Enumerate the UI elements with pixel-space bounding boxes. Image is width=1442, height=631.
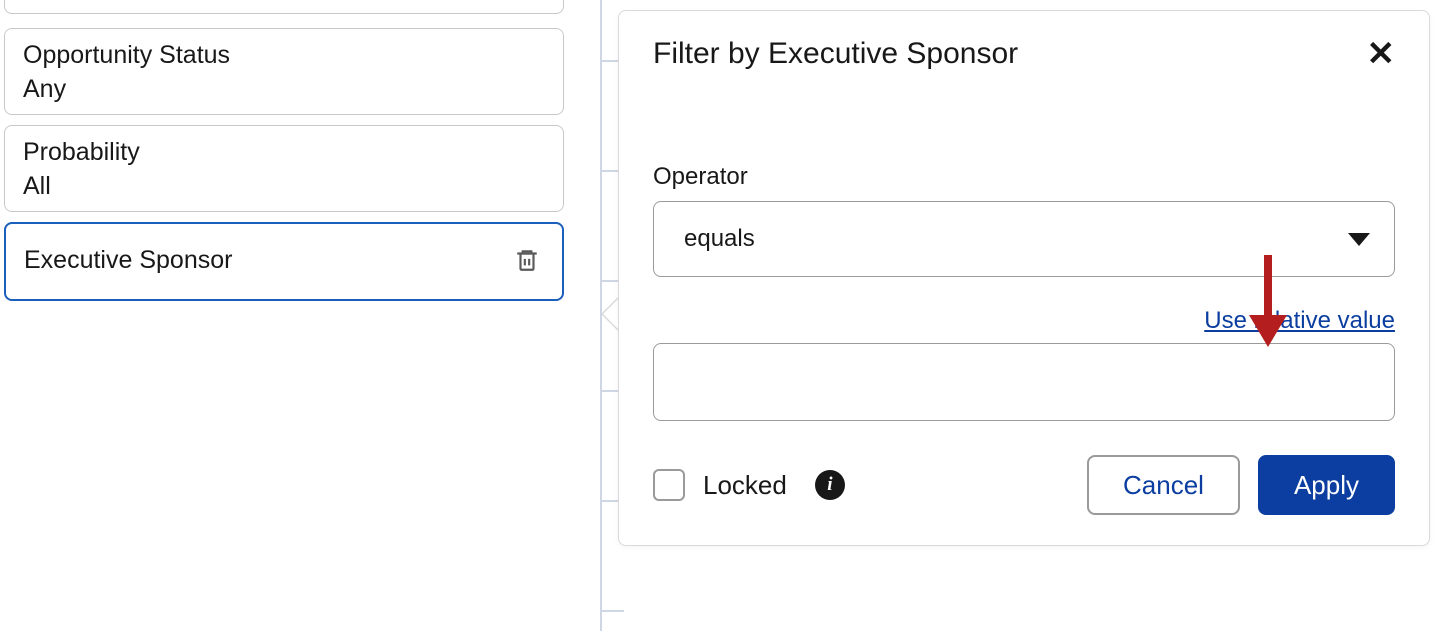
locked-group: Locked i: [653, 469, 845, 501]
cancel-button[interactable]: Cancel: [1087, 455, 1240, 515]
locked-label: Locked: [703, 470, 787, 501]
apply-button[interactable]: Apply: [1258, 455, 1395, 515]
filter-title: Probability: [23, 136, 545, 170]
filter-card-executive-sponsor[interactable]: Executive Sponsor: [4, 222, 564, 301]
filter-card-opportunity-status[interactable]: Opportunity Status Any: [4, 28, 564, 115]
filter-popover: Filter by Executive Sponsor ✕ Operator e…: [618, 10, 1430, 546]
info-icon[interactable]: i: [815, 470, 845, 500]
filter-sidebar: Opportunity Status Any Probability All E…: [4, 0, 564, 311]
close-icon: ✕: [1367, 35, 1396, 73]
delete-filter-button[interactable]: [510, 242, 544, 281]
filter-value: Any: [23, 75, 545, 104]
filter-card-probability[interactable]: Probability All: [4, 125, 564, 212]
operator-select[interactable]: equals: [653, 201, 1395, 277]
filter-title: Opportunity Status: [23, 39, 545, 73]
filter-card-truncated: [4, 0, 564, 14]
trash-icon: [514, 246, 540, 277]
chevron-down-icon: [1348, 233, 1370, 246]
guideline-tick: [600, 610, 624, 612]
popover-title: Filter by Executive Sponsor: [653, 37, 1018, 71]
close-button[interactable]: ✕: [1367, 37, 1396, 71]
filter-title: Executive Sponsor: [24, 244, 232, 278]
operator-value: equals: [684, 225, 755, 253]
filter-value: All: [23, 172, 545, 201]
use-relative-value-link[interactable]: Use relative value: [1204, 307, 1395, 335]
operator-field: Operator equals: [653, 163, 1395, 277]
operator-label: Operator: [653, 163, 1395, 191]
locked-checkbox[interactable]: [653, 469, 685, 501]
filter-value-input[interactable]: [653, 343, 1395, 421]
